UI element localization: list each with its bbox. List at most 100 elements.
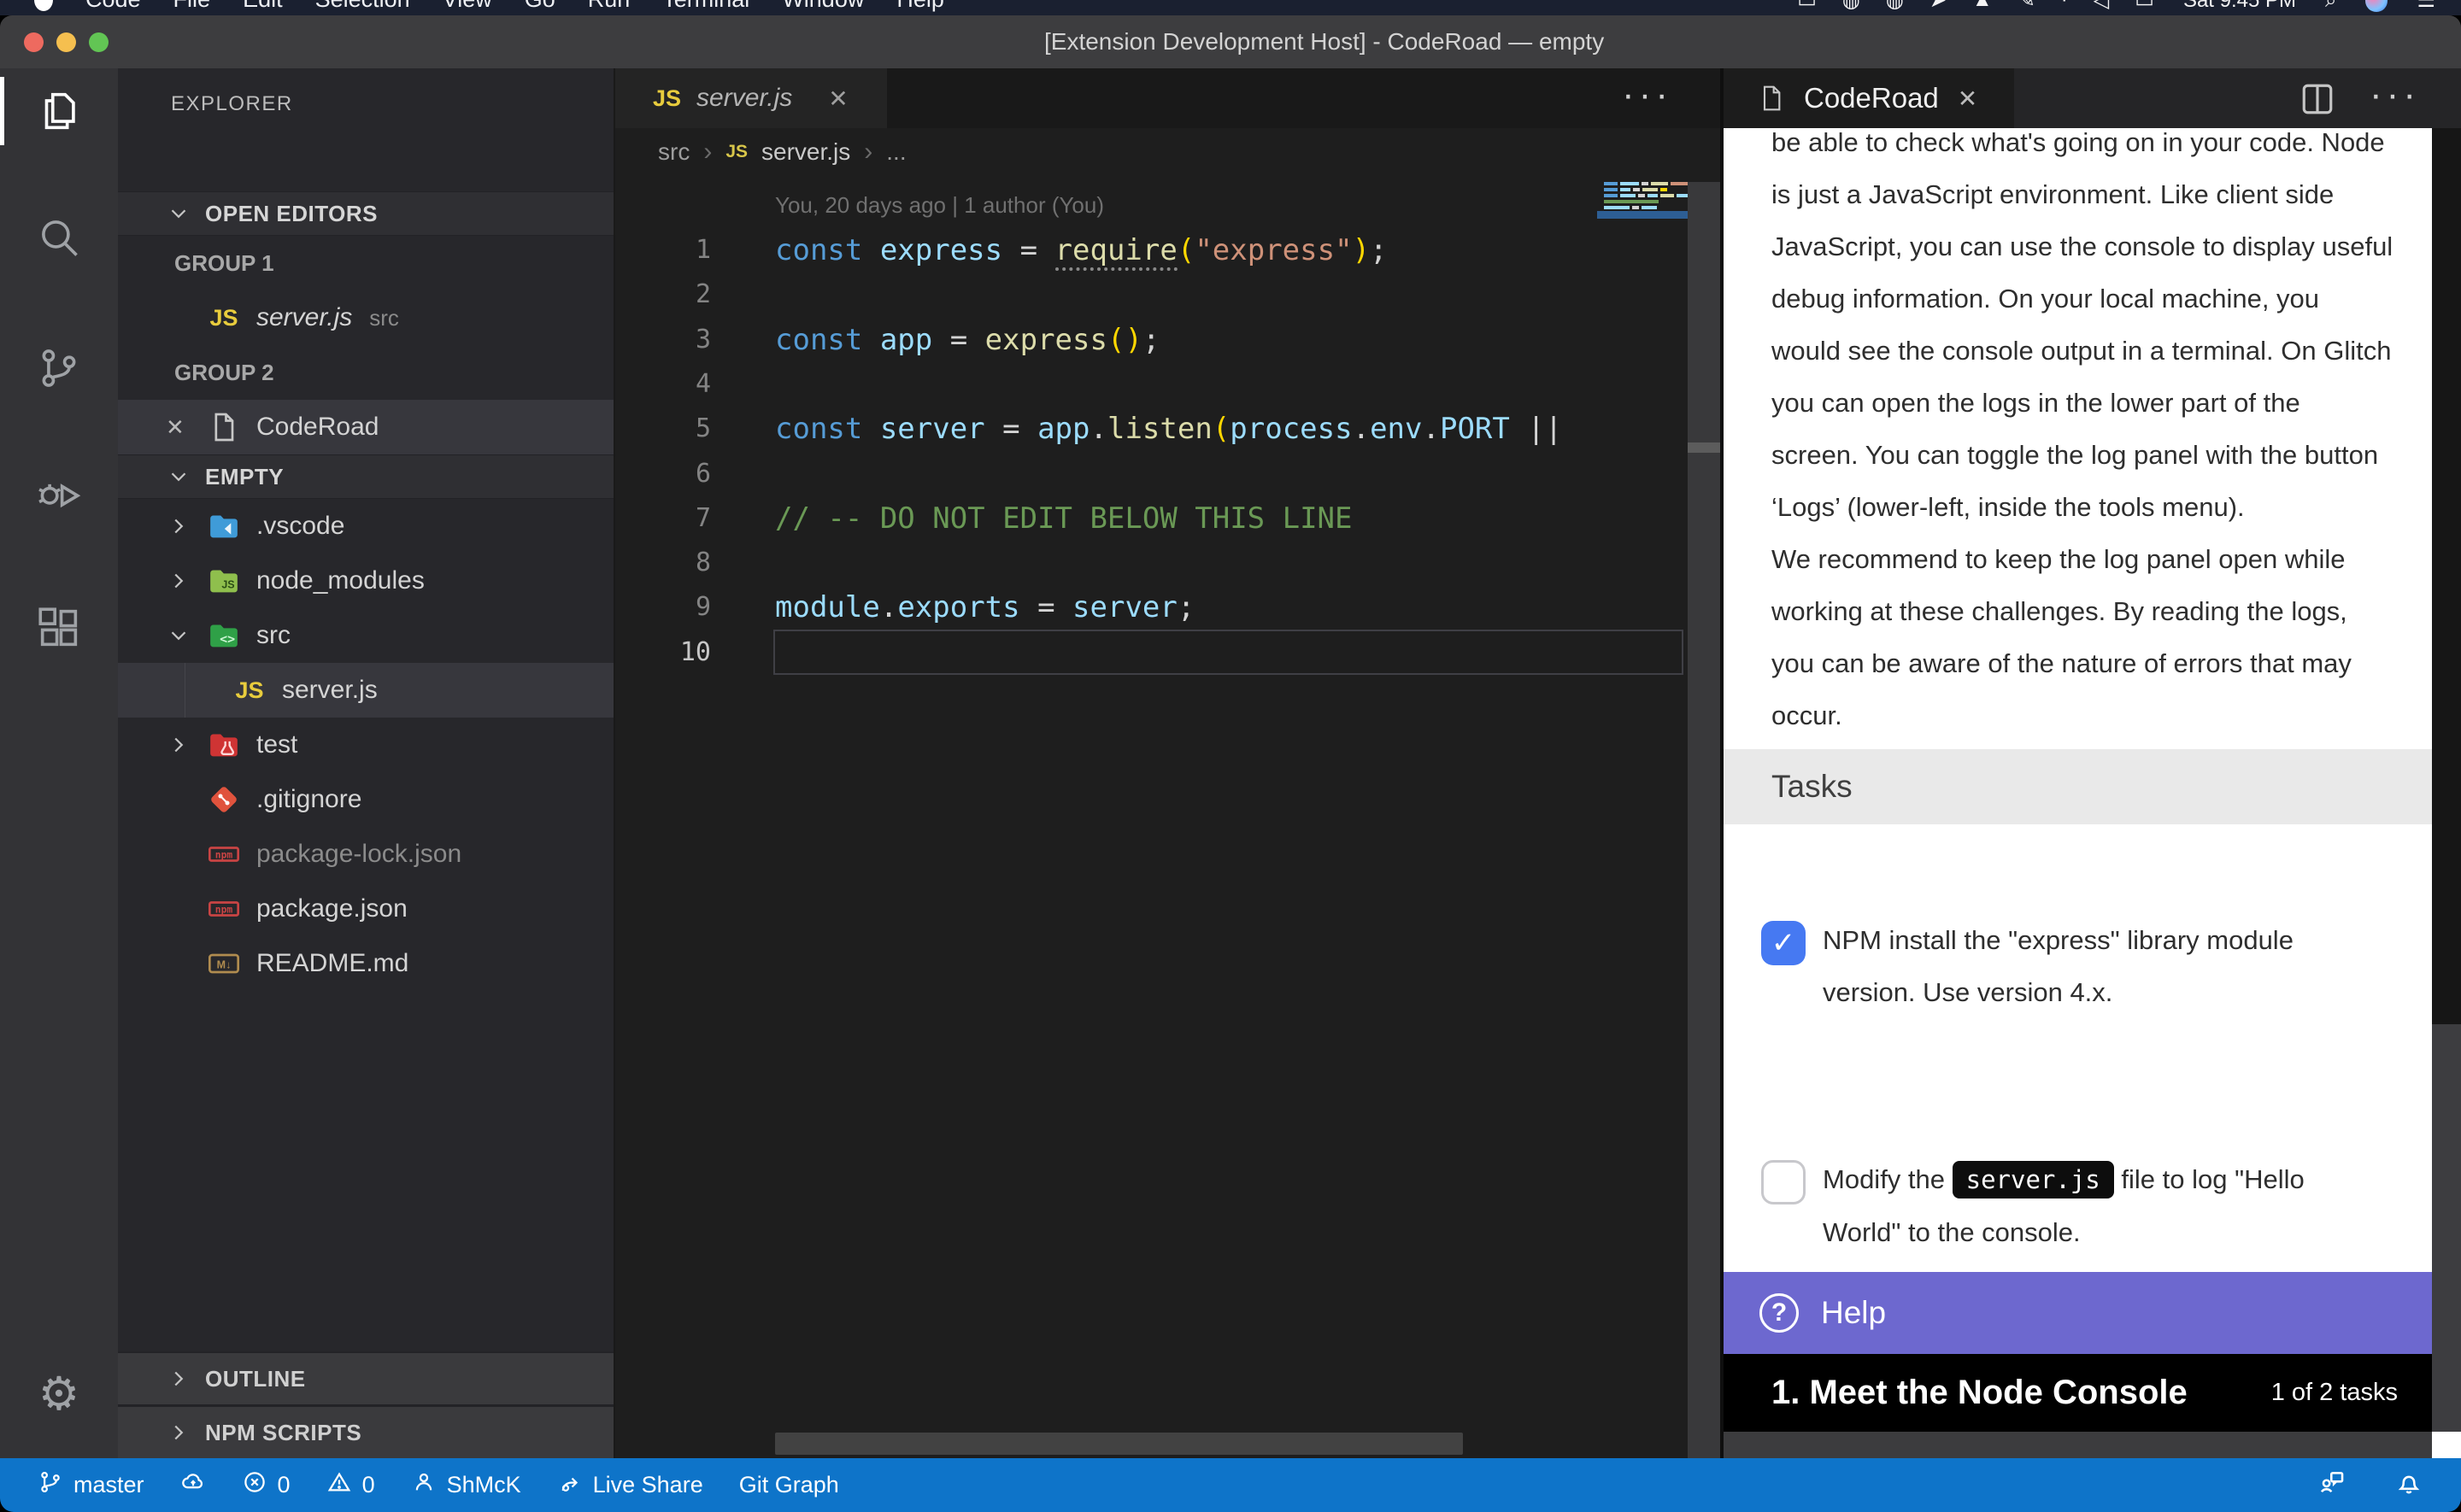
panel-bottom-strip [1724, 1432, 2432, 1458]
close-editor-icon[interactable]: ✕ [166, 414, 205, 441]
workspace-header-empty[interactable]: EMPTY [118, 454, 614, 499]
menu-clock: Sat 9:45 PM [2183, 0, 2296, 13]
split-editor-icon[interactable] [2299, 81, 2335, 117]
menu-item-window[interactable]: Window [782, 0, 864, 13]
breadcrumb-item-...[interactable]: ... [886, 138, 906, 166]
status-item-shmck[interactable]: ShMcK [411, 1469, 521, 1501]
menu-item-edit[interactable]: Edit [243, 0, 283, 13]
js-icon: JS [231, 671, 268, 709]
minimize-window-button[interactable] [56, 32, 76, 52]
activity-bar: ⚙ [0, 68, 118, 1458]
section-header-outline[interactable]: OUTLINE [118, 1351, 614, 1405]
tree-item-test[interactable]: test [118, 718, 614, 772]
line-number: 3 [615, 318, 711, 362]
task-checkbox[interactable] [1761, 1160, 1806, 1204]
webview-scrollbar-thumb[interactable] [2432, 128, 2461, 1024]
svg-text:<>: <> [220, 631, 235, 647]
task-checkbox[interactable]: ✓ [1761, 921, 1806, 965]
tree-item-server.js[interactable]: JSserver.js [118, 663, 614, 718]
status-item-git-graph[interactable]: Git Graph [739, 1472, 839, 1498]
audio-icon[interactable]: ◁ [2094, 0, 2109, 13]
line-number: 2 [615, 273, 711, 317]
status-item-0[interactable]: 0 [242, 1469, 291, 1501]
lesson-title: 1. Meet the Node Console [1771, 1374, 2188, 1412]
tree-item-README.md[interactable]: M↓README.md [118, 936, 614, 991]
coderoad-tab-bar: CodeRoad ✕ ··· [1724, 68, 2461, 128]
extensions-icon[interactable] [0, 594, 118, 662]
menu-item-code[interactable]: Code [85, 0, 141, 13]
status-item-0[interactable]: 0 [326, 1469, 375, 1501]
code-editor[interactable]: You, 20 days ago | 1 author (You) 1const… [615, 175, 1720, 1458]
control-center-icon[interactable]: ☰ [2417, 0, 2435, 13]
section-header-npm-scripts[interactable]: NPM SCRIPTS [118, 1405, 614, 1458]
run-debug-icon[interactable] [0, 460, 118, 529]
menu-item-run[interactable]: Run [588, 0, 631, 13]
tree-item-package-lock.json[interactable]: npmpackage-lock.json [118, 827, 614, 882]
open-editors-header[interactable]: OPEN EDITORS [118, 191, 614, 236]
status-item-feedback[interactable] [2317, 1468, 2346, 1503]
display-icon[interactable]: ▭ [1797, 0, 1817, 13]
code-chip: server.js [1953, 1161, 2114, 1198]
search-icon[interactable] [0, 203, 118, 272]
menu-item-go[interactable]: Go [525, 0, 555, 13]
zoom-window-button[interactable] [89, 32, 109, 52]
menu-item-view[interactable]: View [443, 0, 492, 13]
minimap-line [1604, 182, 1700, 185]
breadcrumb-item-server.js[interactable]: server.js [761, 138, 850, 166]
status-item-master[interactable]: master [38, 1469, 144, 1501]
explorer-icon[interactable] [0, 77, 118, 145]
siri-icon[interactable] [2365, 0, 2388, 12]
close-window-button[interactable] [24, 32, 44, 52]
panel-more-actions-icon[interactable]: ··· [2370, 73, 2420, 116]
folder-test-icon [205, 726, 243, 764]
md-icon: M↓ [205, 945, 243, 982]
status-item-bell[interactable] [2394, 1468, 2423, 1503]
apple-logo-icon[interactable] [34, 0, 53, 11]
tree-item-.gitignore[interactable]: .gitignore [118, 772, 614, 827]
tree-item-package.json[interactable]: npmpackage.json [118, 882, 614, 936]
tab-coderoad[interactable]: CodeRoad ✕ [1724, 68, 2014, 128]
menu-item-file[interactable]: File [173, 0, 211, 13]
tree-item-.vscode[interactable]: .vscode [118, 499, 614, 554]
menu-item-terminal[interactable]: Terminal [662, 0, 749, 13]
code-line-3: const app = express(); [775, 318, 1160, 362]
spotlight-icon[interactable]: ⌕ [2325, 0, 2336, 13]
file-icon [205, 408, 243, 446]
breadcrumb: src›JSserver.js›... [615, 128, 1720, 175]
current-line-highlight [773, 630, 1683, 675]
warning-icon [326, 1469, 352, 1501]
settings-gear-icon[interactable]: ⚙ [0, 1360, 118, 1428]
help-accordion[interactable]: ? Help [1724, 1272, 2432, 1354]
lesson-text: be able to check what's going on in your… [1771, 128, 2393, 741]
tab-server-js[interactable]: JS server.js ✕ [615, 68, 887, 128]
shield-icon[interactable]: ◍ [1886, 0, 1904, 13]
breadcrumb-separator: › [864, 138, 872, 167]
status-item-live-share[interactable]: Live Share [557, 1469, 703, 1501]
menu-item-selection[interactable]: Selection [315, 0, 410, 13]
editor-more-actions-icon[interactable]: ··· [1622, 73, 1672, 116]
minimap[interactable] [1597, 175, 1688, 1458]
pen-icon[interactable]: ✎ [2018, 0, 2035, 13]
close-tab-icon[interactable]: ✕ [828, 85, 848, 113]
tree-item-src[interactable]: <>src [118, 608, 614, 663]
cursor-icon[interactable]: ➤ [1929, 0, 1947, 13]
close-tab-icon[interactable]: ✕ [1958, 85, 1997, 113]
source-control-icon[interactable] [0, 334, 118, 402]
open-editor-item-CodeRoad[interactable]: ✕CodeRoad [118, 400, 614, 454]
line-number: 8 [615, 541, 711, 585]
status-item-sync[interactable] [180, 1469, 206, 1501]
help-label: Help [1821, 1295, 1886, 1331]
open-editor-item-server.js[interactable]: JSserver.jssrc [118, 290, 614, 345]
eject-icon[interactable]: ▲ [1972, 0, 1993, 13]
battery-icon[interactable]: ▭ [2135, 0, 2154, 13]
menu-item-help[interactable]: Help [896, 0, 944, 13]
tree-item-node_modules[interactable]: JSnode_modules [118, 554, 614, 608]
file-icon [1758, 81, 1785, 115]
dot-icon[interactable]: · [2061, 0, 2068, 13]
editor-vertical-scrollbar[interactable] [1688, 182, 1720, 1458]
editor-horizontal-scrollbar[interactable] [775, 1433, 1463, 1455]
minimap-line [1604, 188, 1667, 191]
shield-icon[interactable]: ◍ [1842, 0, 1860, 13]
breadcrumb-item-src[interactable]: src [658, 138, 690, 166]
lesson-text-line: We recommend to keep the log panel open … [1771, 533, 2393, 585]
